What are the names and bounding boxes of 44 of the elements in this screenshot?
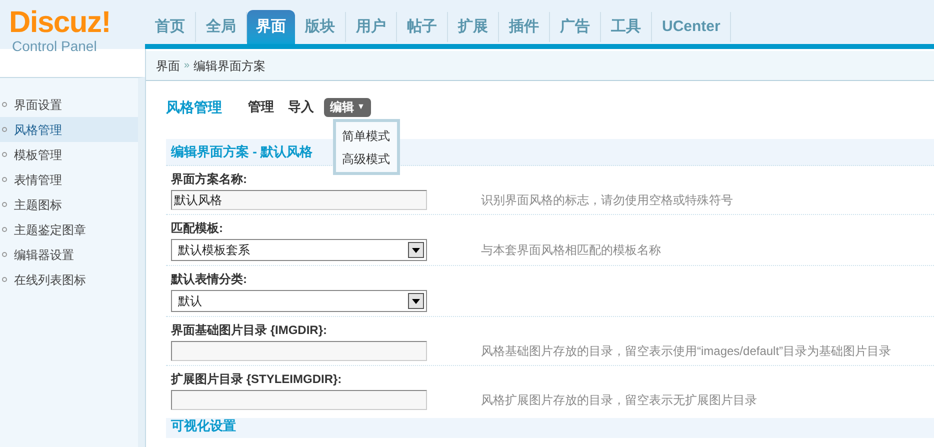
breadcrumb-item[interactable]: 界面 — [156, 56, 180, 74]
select-field[interactable]: 默认 — [171, 290, 427, 312]
select-field[interactable]: 默认模板套系 — [171, 239, 427, 261]
field-label: 界面基础图片目录 {IMGDIR}: — [171, 322, 327, 339]
bullet-icon — [2, 277, 7, 282]
hint-text: 风格扩展图片存放的目录，留空表示无扩展图片目录 — [481, 392, 757, 409]
sidebar-item[interactable]: 在线列表图标 — [0, 267, 138, 292]
section-title: 可视化设置 — [171, 419, 236, 433]
sidebar-item[interactable]: 界面设置 — [0, 92, 138, 117]
nav-tab[interactable]: 界面 — [247, 10, 295, 44]
sidebar-item[interactable]: 风格管理 — [0, 117, 138, 142]
subtab[interactable]: 管理 — [248, 97, 274, 117]
sidebar-item[interactable]: 表情管理 — [0, 167, 138, 192]
bullet-icon — [2, 202, 7, 207]
field-label: 扩展图片目录 {STYLEIMGDIR}: — [171, 371, 342, 388]
sidebar-item[interactable]: 模板管理 — [0, 142, 138, 167]
sidebar-item[interactable]: 编辑器设置 — [0, 242, 138, 267]
text-field[interactable]: 默认风格 — [171, 190, 427, 210]
logo-subtitle: Control Panel — [11, 38, 98, 54]
field-label: 默认表情分类: — [171, 271, 247, 288]
bullet-icon — [2, 177, 7, 182]
breadcrumb-item[interactable]: 编辑界面方案 — [194, 56, 266, 74]
bullet-icon — [2, 127, 7, 132]
text-field[interactable] — [171, 341, 427, 361]
subtab[interactable]: 导入 — [288, 97, 314, 117]
hint-text: 风格基础图片存放的目录，留空表示使用“images/default”目录为基础图片目录 — [481, 343, 892, 360]
section-title: 编辑界面方案 - 默认风格 — [171, 143, 313, 162]
sidebar-item[interactable]: 主题鉴定图章 — [0, 217, 138, 242]
menu-item[interactable]: 高级模式 — [336, 147, 397, 170]
menu-item[interactable]: 简单模式 — [336, 124, 397, 147]
text-field[interactable] — [171, 390, 427, 410]
field-label: 匹配模板: — [171, 220, 223, 237]
hint-text: 识别界面风格的标志，请勿使用空格或特殊符号 — [481, 192, 733, 209]
bullet-icon — [2, 252, 7, 257]
bullet-icon — [2, 227, 7, 232]
bullet-icon — [2, 152, 7, 157]
field-label: 界面方案名称: — [171, 171, 247, 188]
separator: » — [184, 59, 190, 73]
page-title: 风格管理 — [166, 98, 222, 116]
hint-text: 与本套界面风格相匹配的模板名称 — [481, 242, 661, 259]
sidebar-item[interactable]: 主题图标 — [0, 192, 138, 217]
logo-text: Discuz! — [9, 8, 112, 38]
bullet-icon — [2, 102, 7, 107]
subtab[interactable]: 编辑 ▼ — [324, 98, 371, 116]
